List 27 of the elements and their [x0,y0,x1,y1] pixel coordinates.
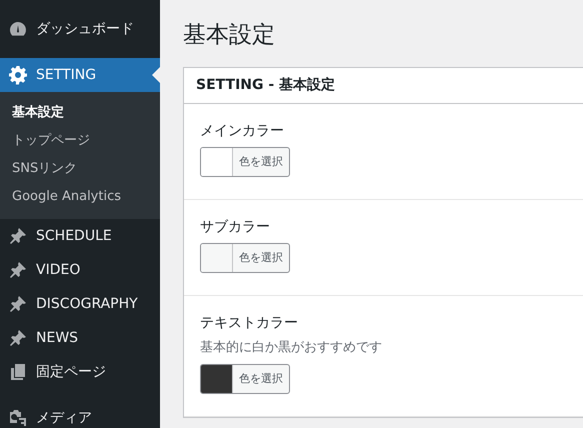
menu-item[interactable]: メディア [0,401,160,428]
pushpin-icon [8,328,28,348]
color-picker-button[interactable]: 色を選択 [200,364,290,394]
submenu-item[interactable]: Google Analytics [0,183,160,211]
color-picker-button[interactable]: 色を選択 [200,243,290,273]
field-label: サブカラー [200,218,271,237]
submenu-item[interactable]: 基本設定 [0,99,160,127]
panel-title: SETTING - 基本設定 [184,68,583,104]
menu-item[interactable]: DISCOGRAPHY [0,287,160,321]
menu-item[interactable]: VIDEO [0,253,160,287]
page-title: 基本設定 [183,21,276,50]
field-description: 基本的に白か黒がおすすめです [200,339,383,356]
menu-item[interactable]: SETTING [0,58,160,92]
menu-item[interactable]: NEWS [0,321,160,355]
pushpin-icon [8,260,28,280]
pushpin-icon [8,226,28,246]
pages-icon [8,362,28,382]
menu-item[interactable]: ダッシュボード [0,12,160,46]
menu-item[interactable]: SCHEDULE [0,219,160,253]
color-picker-button[interactable]: 色を選択 [200,147,290,177]
pushpin-icon [8,294,28,314]
gear-icon [8,65,28,85]
submenu-item[interactable]: SNSリンク [0,155,160,183]
submenu-item[interactable]: トップページ [0,127,160,155]
field-label: テキストカラー [200,314,299,333]
field-label: メインカラー [200,122,285,141]
menu-item[interactable]: 固定ページ [0,355,160,389]
